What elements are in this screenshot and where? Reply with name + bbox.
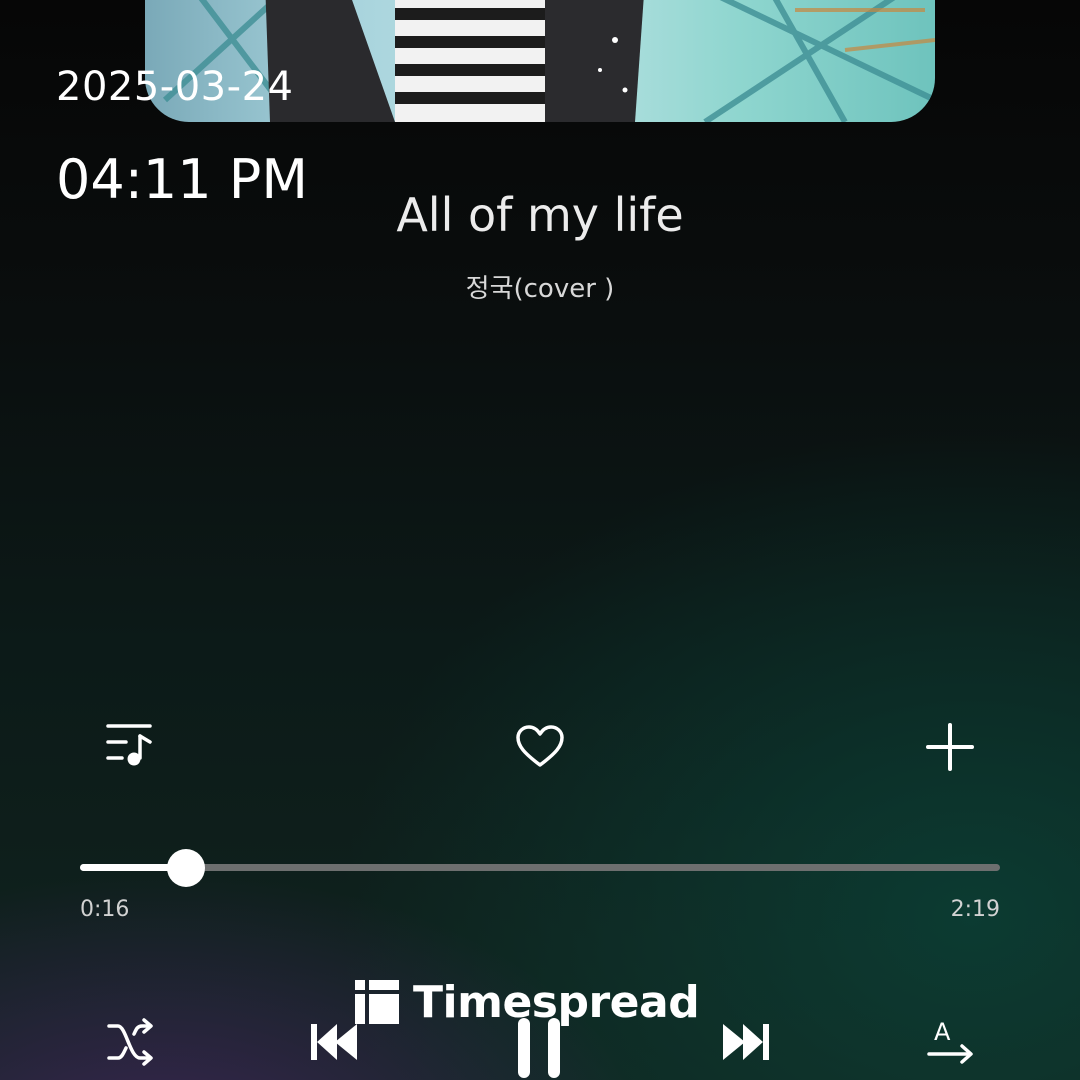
progress-thumb[interactable]	[166, 849, 205, 887]
heart-outline-icon[interactable]	[514, 724, 566, 770]
elapsed-time: 0:16	[80, 897, 130, 922]
skip-next-icon[interactable]	[721, 1022, 771, 1062]
timespread-watermark: Timespread	[355, 976, 700, 1028]
artist-name: 정국(cover )	[465, 274, 615, 304]
watermark-text: Timespread	[413, 976, 700, 1028]
shuffle-icon[interactable]	[106, 1018, 156, 1066]
playlist-music-icon[interactable]	[104, 722, 156, 768]
text-translate-icon[interactable]: A	[926, 1018, 976, 1064]
timespread-logo-icon	[355, 980, 399, 1024]
song-title: All of my life	[396, 188, 684, 242]
plus-icon[interactable]	[925, 722, 975, 772]
svg-text:A: A	[934, 1018, 951, 1046]
date-label: 2025-03-24	[56, 64, 294, 110]
skip-previous-icon[interactable]	[309, 1022, 359, 1062]
progress-slider[interactable]	[80, 849, 1000, 887]
total-time: 2:19	[950, 897, 1000, 922]
